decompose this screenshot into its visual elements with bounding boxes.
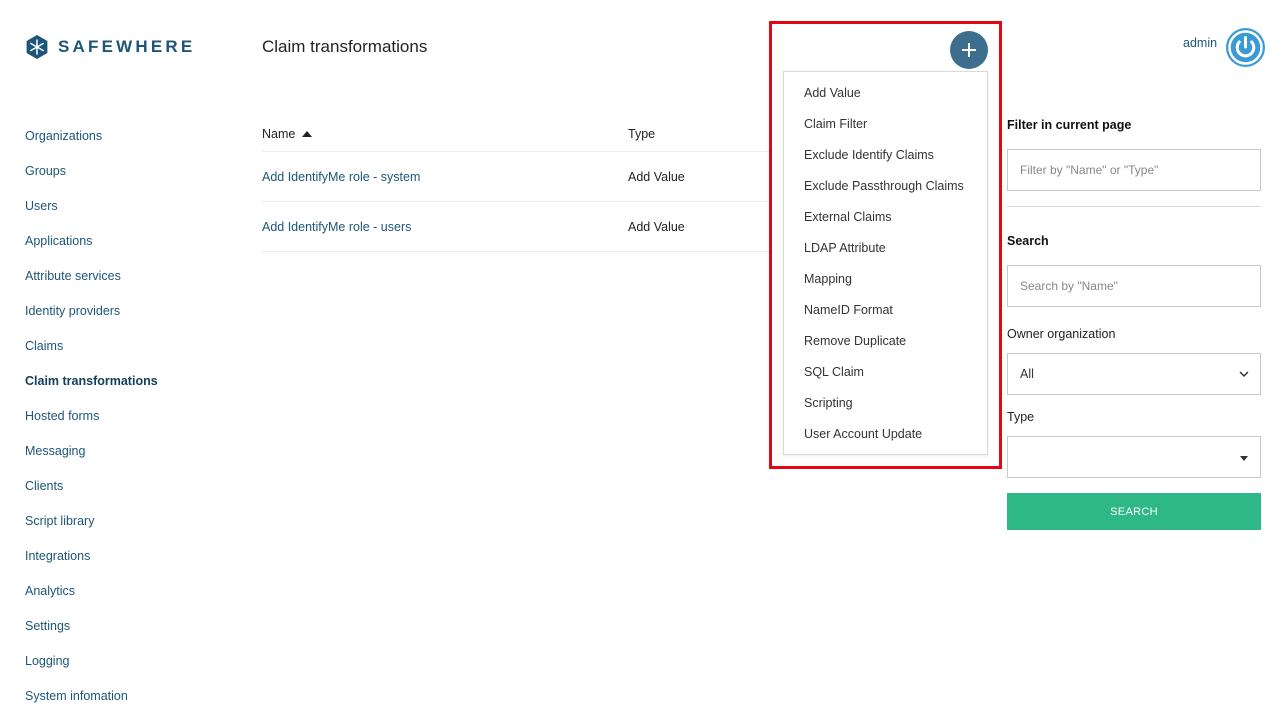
add-transformation-menu: Add Value Claim Filter Exclude Identify … (783, 71, 988, 455)
owner-organization-label: Owner organization (1007, 327, 1116, 341)
user-area: admin (1183, 28, 1266, 67)
filter-heading: Filter in current page (1007, 118, 1132, 132)
row-type: Add Value (628, 169, 685, 184)
sidebar-item-attribute-services[interactable]: Attribute services (25, 259, 235, 294)
sidebar-item-clients[interactable]: Clients (25, 469, 235, 504)
sidebar-item-system-information[interactable]: System infomation (25, 679, 235, 714)
search-heading: Search (1007, 234, 1049, 248)
page-title: Claim transformations (262, 37, 428, 56)
menu-item-scripting[interactable]: Scripting (784, 388, 987, 419)
brand-logo[interactable]: SAFEWHERE (25, 35, 195, 59)
plus-icon (962, 43, 976, 57)
sidebar-item-script-library[interactable]: Script library (25, 504, 235, 539)
search-input[interactable] (1007, 265, 1261, 307)
row-name-link[interactable]: Add IdentifyMe role - system (262, 170, 628, 184)
menu-item-mapping[interactable]: Mapping (784, 264, 987, 295)
sidebar-item-organizations[interactable]: Organizations (25, 119, 235, 154)
column-header-name[interactable]: Name (262, 127, 628, 141)
menu-item-add-value[interactable]: Add Value (784, 78, 987, 109)
sidebar-item-hosted-forms[interactable]: Hosted forms (25, 399, 235, 434)
table-row: Add IdentifyMe role - users Add Value (262, 202, 772, 252)
owner-organization-select[interactable]: All (1007, 353, 1261, 395)
panel-divider (1007, 206, 1261, 207)
sidebar-item-claim-transformations[interactable]: Claim transformations (25, 364, 235, 399)
table-header: Name Type (262, 117, 772, 152)
menu-item-exclude-identify-claims[interactable]: Exclude Identify Claims (784, 140, 987, 171)
sidebar-item-applications[interactable]: Applications (25, 224, 235, 259)
menu-item-remove-duplicate[interactable]: Remove Duplicate (784, 326, 987, 357)
sidebar-item-users[interactable]: Users (25, 189, 235, 224)
claim-transformations-table: Name Type Add IdentifyMe role - system A… (262, 117, 772, 252)
column-header-name-label: Name (262, 127, 296, 141)
menu-item-exclude-passthrough-claims[interactable]: Exclude Passthrough Claims (784, 171, 987, 202)
power-symbol-icon (1228, 30, 1263, 65)
sidebar-item-identity-providers[interactable]: Identity providers (25, 294, 235, 329)
sidebar-item-messaging[interactable]: Messaging (25, 434, 235, 469)
power-icon[interactable] (1226, 28, 1266, 67)
snowflake-logo-icon (26, 35, 48, 59)
add-transformation-button[interactable] (950, 31, 988, 69)
type-label: Type (1007, 410, 1035, 424)
search-button[interactable]: SEARCH (1007, 493, 1261, 530)
column-header-type: Type (628, 127, 656, 141)
sort-ascending-icon (302, 131, 313, 137)
menu-item-nameid-format[interactable]: NameID Format (784, 295, 987, 326)
filter-input[interactable] (1007, 149, 1261, 191)
table-row: Add IdentifyMe role - system Add Value (262, 152, 772, 202)
sidebar-item-claims[interactable]: Claims (25, 329, 235, 364)
menu-item-sql-claim[interactable]: SQL Claim (784, 357, 987, 388)
sidebar-item-integrations[interactable]: Integrations (25, 539, 235, 574)
caret-down-icon (1240, 456, 1248, 461)
menu-item-external-claims[interactable]: External Claims (784, 202, 987, 233)
owner-organization-value: All (1020, 367, 1034, 381)
menu-item-claim-filter[interactable]: Claim Filter (784, 109, 987, 140)
sidebar-item-analytics[interactable]: Analytics (25, 574, 235, 609)
sidebar-item-logging[interactable]: Logging (25, 644, 235, 679)
menu-item-ldap-attribute[interactable]: LDAP Attribute (784, 233, 987, 264)
sidebar-nav: Organizations Groups Users Applications … (25, 119, 235, 714)
chevron-down-icon (1239, 371, 1249, 378)
type-select[interactable] (1007, 436, 1261, 478)
row-name-link[interactable]: Add IdentifyMe role - users (262, 220, 628, 234)
sidebar-item-settings[interactable]: Settings (25, 609, 235, 644)
user-name[interactable]: admin (1183, 36, 1217, 50)
row-type: Add Value (628, 219, 685, 234)
menu-item-user-account-update[interactable]: User Account Update (784, 419, 987, 450)
sidebar-item-groups[interactable]: Groups (25, 154, 235, 189)
brand-name: SAFEWHERE (58, 37, 196, 56)
